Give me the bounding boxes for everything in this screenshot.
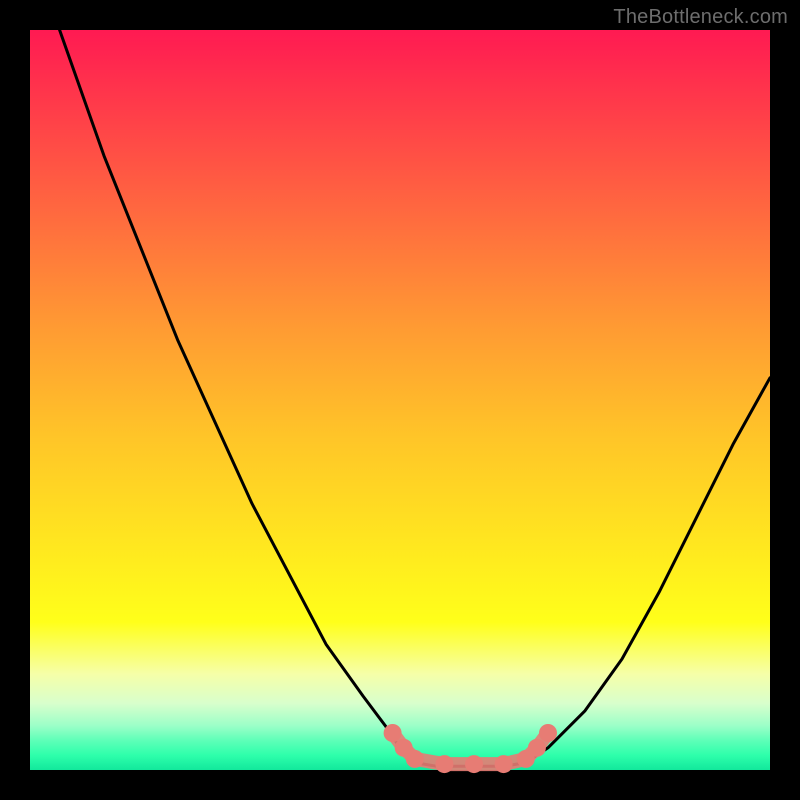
curve-left-curve [60,30,415,763]
marker-dot [539,724,557,742]
marker-dot [465,755,483,773]
marker-dot [528,739,546,757]
marker-dot [435,755,453,773]
chart-frame: TheBottleneck.com [0,0,800,800]
attribution-text: TheBottleneck.com [613,6,788,29]
chart-lines [60,30,770,766]
marker-dot [384,724,402,742]
chart-svg [30,30,770,770]
chart-markers [384,724,557,773]
curve-right-curve [526,378,770,763]
marker-dot [406,750,424,768]
marker-dot [495,755,513,773]
